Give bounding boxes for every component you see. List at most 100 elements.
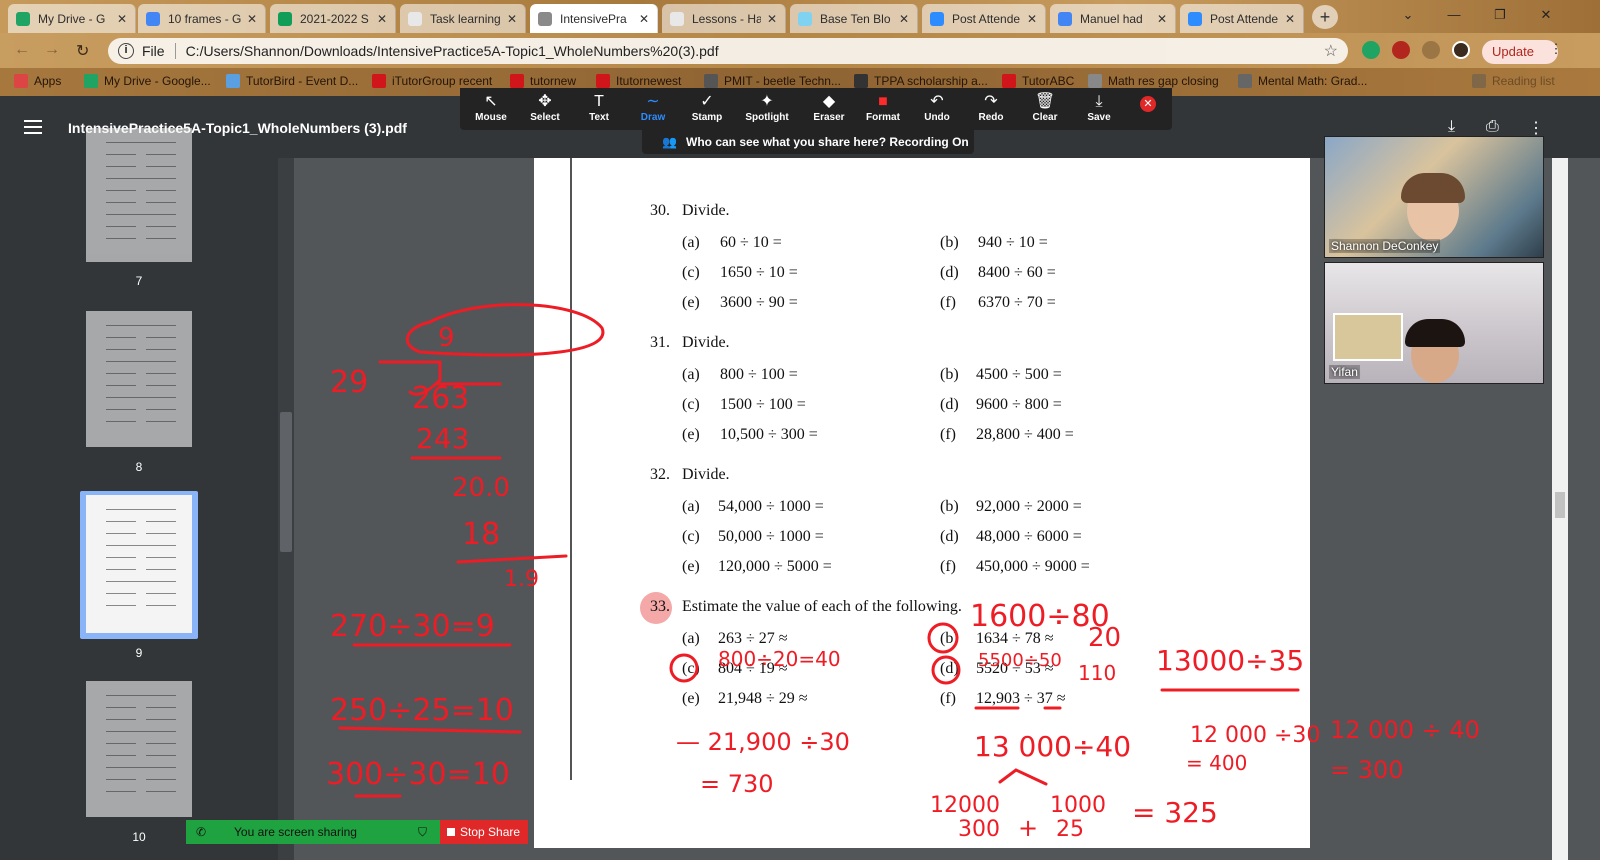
document-scrollbar[interactable]	[1552, 158, 1568, 860]
tab-close-icon[interactable]: ✕	[377, 12, 387, 26]
minimize-button[interactable]: —	[1432, 4, 1476, 26]
bookmark-favicon-icon	[1238, 74, 1252, 88]
sidebar-scroll-thumb[interactable]	[280, 412, 292, 552]
item-label: (c)	[682, 264, 700, 281]
tool-label: Clear	[1032, 112, 1058, 123]
tool-mouse[interactable]: ↖ Mouse	[464, 92, 518, 123]
tab-0[interactable]: My Drive - G ✕	[8, 4, 136, 33]
stop-share-button[interactable]: Stop Share	[440, 820, 528, 844]
tab-4[interactable]: IntensivePra ✕	[530, 4, 658, 33]
menu-hamburger-icon[interactable]	[24, 120, 42, 138]
bookmark-0[interactable]: Apps	[14, 74, 61, 88]
close-annotation-icon[interactable]: ✕	[1140, 96, 1156, 112]
page-thumbnail[interactable]	[86, 311, 192, 447]
sidebar-scrollbar[interactable]	[278, 158, 294, 860]
thumbnail-text-line	[146, 605, 176, 606]
bookmark-2[interactable]: TutorBird - Event D...	[226, 74, 358, 88]
tab-search-icon[interactable]: ⌄	[1386, 4, 1430, 26]
info-icon[interactable]: i	[118, 43, 134, 59]
thumbnail-text-line	[146, 409, 176, 410]
thumbnail-text-line	[106, 509, 176, 510]
new-tab-button[interactable]: +	[1312, 5, 1338, 29]
extensions-puzzle-icon[interactable]	[1422, 41, 1440, 59]
tool-eraser[interactable]: ◆ Eraser	[802, 92, 856, 123]
bookmark-11[interactable]: Reading list	[1472, 74, 1555, 88]
tab-8[interactable]: Manuel had ✕	[1050, 4, 1176, 33]
tab-close-icon[interactable]: ✕	[1027, 12, 1037, 26]
extension-icon[interactable]	[1362, 41, 1380, 59]
browser-menu-icon[interactable]: ⋮	[1546, 38, 1566, 60]
bookmark-1[interactable]: My Drive - Google...	[84, 74, 211, 88]
bookmark-label: iTutorGroup recent	[392, 74, 493, 88]
bookmark-favicon-icon	[854, 74, 868, 88]
tool-stamp[interactable]: ✓ Stamp	[680, 92, 734, 123]
bookmark-favicon-icon	[84, 74, 98, 88]
tab-9[interactable]: Post Attende ✕	[1180, 4, 1304, 33]
page-thumbnail[interactable]	[86, 128, 192, 262]
tool-spotlight[interactable]: ✦ Spotlight	[740, 92, 794, 123]
tab-close-icon[interactable]: ✕	[899, 12, 909, 26]
bookmark-6[interactable]: PMIT - beetle Techn...	[704, 74, 841, 88]
thumbnail-text-line	[106, 569, 136, 570]
tool-redo[interactable]: ↷ Redo	[964, 92, 1018, 123]
more-options-icon[interactable]: ⋮	[1528, 118, 1544, 138]
bookmark-3[interactable]: iTutorGroup recent	[372, 74, 492, 88]
tab-3[interactable]: Task learning ✕	[400, 4, 526, 33]
bookmark-8[interactable]: TutorABC	[1002, 74, 1074, 88]
recording-notice[interactable]: 👥 Who can see what you share here? Recor…	[642, 130, 974, 154]
tab-close-icon[interactable]: ✕	[117, 12, 127, 26]
item-expression: 804 ÷ 19 ≈	[718, 660, 788, 677]
forward-arrow-icon[interactable]: →	[44, 41, 60, 59]
page-thumbnail[interactable]	[86, 681, 192, 817]
bookmark-favicon-icon	[372, 74, 386, 88]
zoom-icon	[930, 11, 944, 26]
tool-clear[interactable]: 🗑 Clear	[1018, 92, 1072, 123]
tab-close-icon[interactable]: ✕	[1285, 12, 1295, 26]
bookmark-star-icon[interactable]: ☆	[1324, 41, 1338, 61]
address-bar[interactable]: i File C:/Users/Shannon/Downloads/Intens…	[108, 38, 1348, 64]
restore-button[interactable]: ❐	[1478, 4, 1522, 26]
screen-sharing-bar[interactable]: ✆ You are screen sharing ⛉	[186, 820, 440, 844]
thumbnail-text-line	[106, 581, 176, 582]
tab-5[interactable]: Lessons - Ha ✕	[662, 4, 786, 33]
thumbnail-text-line	[106, 743, 136, 744]
bookmark-4[interactable]: tutornew	[510, 74, 576, 88]
tool-undo[interactable]: ↶ Undo	[910, 92, 964, 123]
tab-6[interactable]: Base Ten Blo ✕	[790, 4, 918, 33]
reload-icon[interactable]: ↻	[76, 41, 89, 61]
profile-avatar[interactable]	[1452, 41, 1470, 59]
tab-close-icon[interactable]: ✕	[507, 12, 517, 26]
bookmark-9[interactable]: Math res gap closing	[1088, 74, 1219, 88]
bookmark-7[interactable]: TPPA scholarship a...	[854, 74, 988, 88]
item-label: (b)	[940, 234, 959, 251]
phone-icon: ✆	[196, 825, 207, 839]
document-scroll-thumb[interactable]	[1555, 492, 1565, 518]
thumbnail-text-line	[146, 743, 176, 744]
print-icon[interactable]: ⎙	[1486, 118, 1499, 136]
tab-close-icon[interactable]: ✕	[1157, 12, 1167, 26]
tool-draw[interactable]: ∼ Draw	[626, 92, 680, 123]
bookmark-10[interactable]: Mental Math: Grad...	[1238, 74, 1367, 88]
tab-label: 10 frames - G	[168, 11, 241, 26]
window-close-button[interactable]: ✕	[1524, 4, 1568, 26]
tab-7[interactable]: Post Attende ✕	[922, 4, 1046, 33]
mouse-icon: ↖	[484, 93, 498, 110]
tab-2[interactable]: 2021-2022 S ✕	[270, 4, 396, 33]
back-arrow-icon[interactable]: ←	[14, 41, 30, 59]
video-tile-yifan[interactable]: Yifan	[1324, 262, 1544, 384]
tool-format[interactable]: ■ Format	[856, 92, 910, 123]
tab-close-icon[interactable]: ✕	[639, 12, 649, 26]
participant-name: Yifan	[1329, 365, 1360, 379]
ublock-icon[interactable]	[1392, 41, 1410, 59]
tab-close-icon[interactable]: ✕	[767, 12, 777, 26]
tool-save[interactable]: ⤓ Save	[1072, 92, 1126, 123]
tab-1[interactable]: 10 frames - G ✕	[138, 4, 266, 33]
page-thumbnail[interactable]	[86, 495, 192, 633]
video-tile-shannon[interactable]: Shannon DeConkey	[1324, 136, 1544, 258]
item-label: (f)	[940, 690, 956, 707]
tool-text[interactable]: T Text	[572, 92, 626, 123]
bookmark-5[interactable]: Itutornewest	[596, 74, 681, 88]
download-icon[interactable]: ⤓	[1448, 118, 1455, 136]
tab-close-icon[interactable]: ✕	[247, 12, 257, 26]
tool-select[interactable]: ✥ Select	[518, 92, 572, 123]
